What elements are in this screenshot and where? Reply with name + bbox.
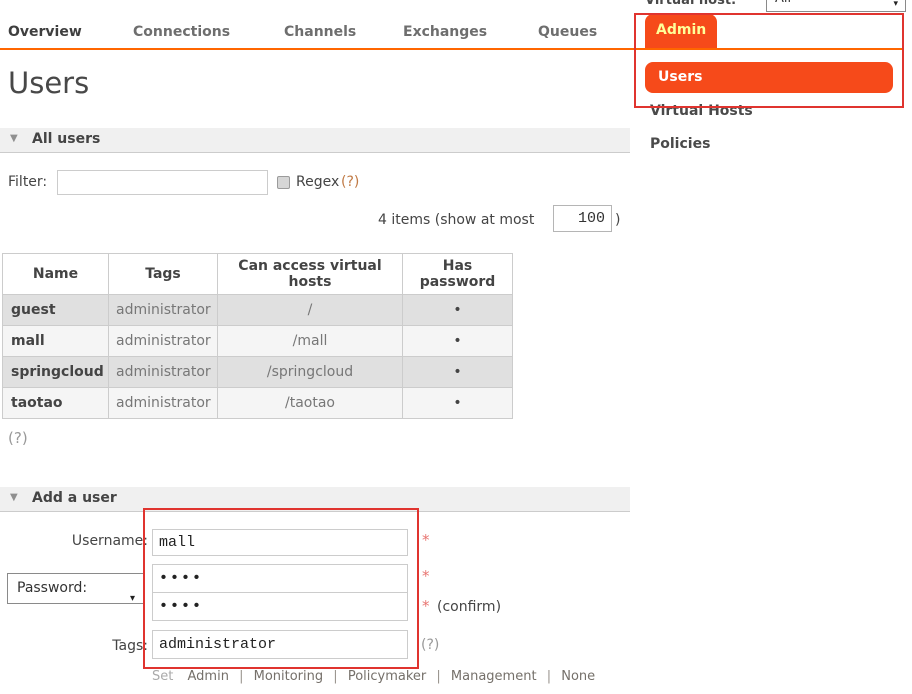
tags-help-link[interactable]: (?) xyxy=(421,637,439,653)
password-select-label: Password: xyxy=(17,580,87,596)
virtual-host-label: Virtual host: xyxy=(645,0,736,8)
required-asterisk: * xyxy=(422,567,430,585)
page-title: Users xyxy=(8,66,89,100)
virtual-host-selected-value: All xyxy=(775,0,791,6)
has-password-dot: • xyxy=(403,388,513,419)
required-asterisk: * xyxy=(422,597,430,615)
tags-label: Tags: xyxy=(0,638,148,654)
items-count-text-close: ) xyxy=(615,212,620,228)
user-name-link[interactable]: guest xyxy=(3,295,109,326)
chevron-down-icon: ▾ xyxy=(893,0,898,17)
user-vhosts: /springcloud xyxy=(218,357,403,388)
sidebar-item-virtual-hosts[interactable]: Virtual Hosts xyxy=(650,103,753,119)
table-header-row: Name Tags Can access virtual hosts Has p… xyxy=(3,254,513,295)
confirm-note: (confirm) xyxy=(437,599,501,615)
has-password-dot: • xyxy=(403,357,513,388)
separator: | xyxy=(436,669,440,684)
tab-queues[interactable]: Queues xyxy=(538,24,597,40)
set-none-link[interactable]: None xyxy=(561,669,595,684)
required-asterisk: * xyxy=(422,531,430,549)
col-header-haspassword: Has password xyxy=(403,254,513,295)
add-user-section-header[interactable]: ▼ Add a user xyxy=(0,487,630,512)
regex-checkbox[interactable] xyxy=(277,176,290,189)
user-tags: administrator xyxy=(109,326,218,357)
chevron-down-icon: ▾ xyxy=(130,584,135,613)
separator: | xyxy=(239,669,243,684)
tags-field[interactable] xyxy=(152,630,408,659)
username-field[interactable] xyxy=(152,529,408,556)
user-name-link[interactable]: mall xyxy=(3,326,109,357)
set-label: Set xyxy=(152,669,173,684)
user-vhosts: /mall xyxy=(218,326,403,357)
regex-label: Regex xyxy=(296,174,339,190)
password-confirm-field[interactable] xyxy=(152,592,408,621)
filter-label: Filter: xyxy=(8,174,47,190)
tab-overview[interactable]: Overview xyxy=(8,24,82,40)
user-vhosts: /taotao xyxy=(218,388,403,419)
user-tags: administrator xyxy=(109,388,218,419)
user-tags: administrator xyxy=(109,295,218,326)
set-policymaker-link[interactable]: Policymaker xyxy=(348,669,426,684)
table-row: springcloud administrator /springcloud • xyxy=(3,357,513,388)
separator: | xyxy=(333,669,337,684)
set-tags-row: Set Admin | Monitoring | Policymaker | M… xyxy=(152,669,595,684)
col-header-tags: Tags xyxy=(109,254,218,295)
regex-help-link[interactable]: (?) xyxy=(341,174,359,190)
set-monitoring-link[interactable]: Monitoring xyxy=(254,669,324,684)
users-help-link[interactable]: (?) xyxy=(8,429,28,447)
add-user-section-title: Add a user xyxy=(32,490,117,506)
table-row: mall administrator /mall • xyxy=(3,326,513,357)
all-users-section-title: All users xyxy=(32,131,100,147)
set-admin-link[interactable]: Admin xyxy=(188,669,229,684)
user-name-link[interactable]: springcloud xyxy=(3,357,109,388)
col-header-name: Name xyxy=(3,254,109,295)
sidebar-item-policies[interactable]: Policies xyxy=(650,136,710,152)
separator: | xyxy=(547,669,551,684)
virtual-host-select[interactable]: All ▾ xyxy=(766,0,906,12)
nav-underline xyxy=(0,48,902,50)
tab-channels[interactable]: Channels xyxy=(284,24,356,40)
table-row: guest administrator / • xyxy=(3,295,513,326)
user-name-link[interactable]: taotao xyxy=(3,388,109,419)
user-vhosts: / xyxy=(218,295,403,326)
tab-admin-active[interactable]: Admin xyxy=(645,14,717,48)
rabbitmq-users-page: Virtual host: All ▾ Overview Connections… xyxy=(0,0,912,694)
collapse-triangle-icon: ▼ xyxy=(10,133,18,144)
collapse-triangle-icon: ▼ xyxy=(10,492,18,503)
password-field[interactable] xyxy=(152,564,408,593)
user-tags: administrator xyxy=(109,357,218,388)
users-table: Name Tags Can access virtual hosts Has p… xyxy=(2,253,513,419)
show-at-most-input[interactable] xyxy=(553,205,612,232)
sidebar-item-users[interactable]: Users xyxy=(645,62,893,93)
has-password-dot: • xyxy=(403,295,513,326)
tab-connections[interactable]: Connections xyxy=(133,24,230,40)
username-label: Username: xyxy=(0,533,148,549)
table-row: taotao administrator /taotao • xyxy=(3,388,513,419)
set-management-link[interactable]: Management xyxy=(451,669,537,684)
has-password-dot: • xyxy=(403,326,513,357)
items-count-text: 4 items (show at most xyxy=(378,212,534,228)
col-header-vhosts: Can access virtual hosts xyxy=(218,254,403,295)
filter-input[interactable] xyxy=(57,170,268,195)
tab-exchanges[interactable]: Exchanges xyxy=(403,24,487,40)
all-users-section-header[interactable]: ▼ All users xyxy=(0,128,630,153)
password-type-select[interactable]: Password: ▾ xyxy=(7,573,145,604)
